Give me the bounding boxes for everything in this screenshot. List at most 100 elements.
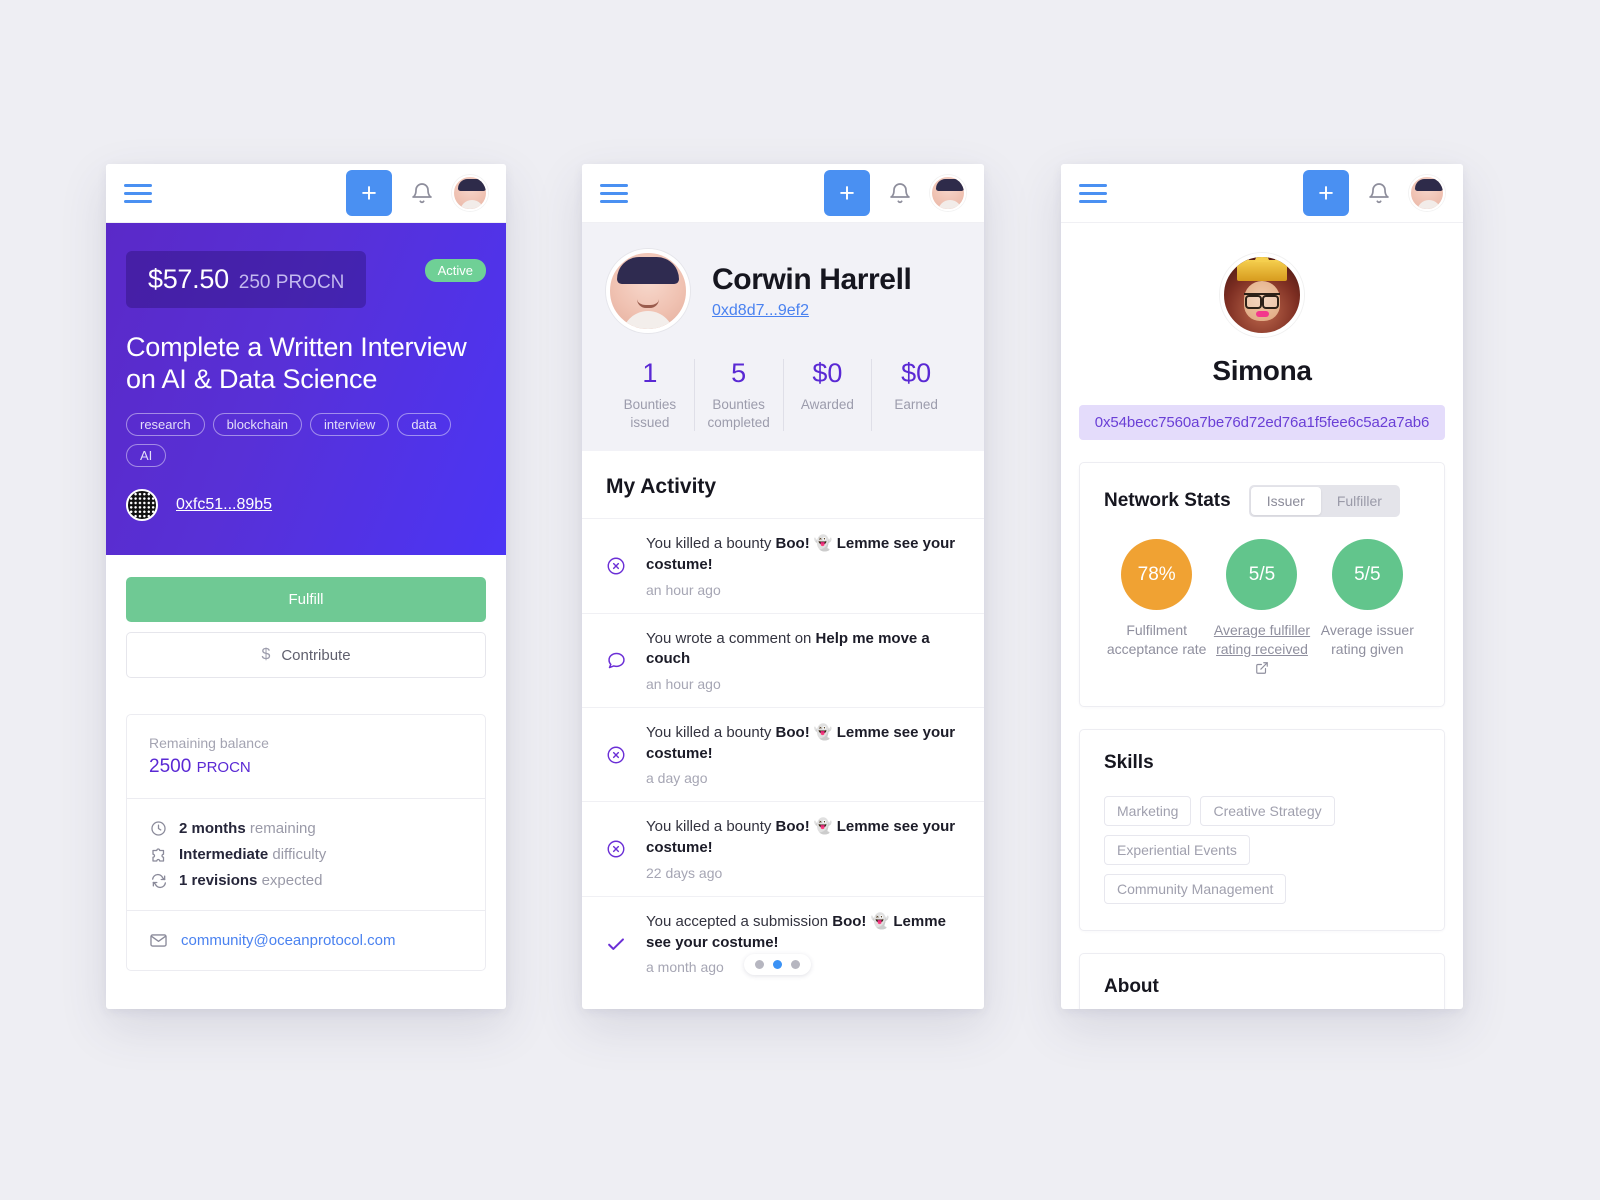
tag-ai[interactable]: AI xyxy=(126,444,167,468)
notifications-bell-icon[interactable] xyxy=(1367,181,1391,206)
role-toggle-fulfiller[interactable]: Fulfiller xyxy=(1321,487,1398,515)
contribute-button[interactable]: $ Contribute xyxy=(126,632,486,679)
dollar-icon: $ xyxy=(261,646,271,664)
meta-difficulty-value: Intermediate xyxy=(179,846,269,864)
profile-name-block: Corwin Harrell 0xd8d7...9ef2 xyxy=(712,262,912,320)
activity-item[interactable]: You wrote a comment on Help me move a co… xyxy=(582,612,984,707)
activity-time: a month ago xyxy=(646,959,724,976)
pagination-dot-3[interactable] xyxy=(790,959,800,969)
activity-lead: You wrote a comment on xyxy=(646,629,816,647)
profile-stats-row: 1 Bounties issued 5 Bounties completed $… xyxy=(606,358,960,432)
activity-body: You killed a bounty Boo! 👻 Lemme see you… xyxy=(646,723,960,786)
profile-header: Corwin Harrell 0xd8d7...9ef2 1 Bounties … xyxy=(582,223,984,452)
skill-chip-marketing[interactable]: Marketing xyxy=(1104,795,1192,826)
stat-fulfilment-acceptance-rate: 78% Fulfilment acceptance rate xyxy=(1105,539,1209,680)
avatar-glasses xyxy=(1244,293,1280,309)
activity-footer-row: a month ago xyxy=(646,953,960,975)
stat-average-fulfiller-rating: 5/5 Average fulfiller rating received xyxy=(1210,539,1314,680)
profile-identity: Corwin Harrell 0xd8d7...9ef2 xyxy=(606,249,960,333)
meta-revisions-label: expected xyxy=(261,872,323,890)
stat-label: Bounties issued xyxy=(623,396,677,430)
role-toggle: Issuer Fulfiller xyxy=(1248,485,1400,517)
activity-lead: You accepted a submission xyxy=(646,912,833,930)
stat-circle: 78% xyxy=(1121,539,1193,610)
activity-time: an hour ago xyxy=(646,581,721,598)
bounty-meta-section: 2 months remaining Intermediate difficul… xyxy=(127,799,485,912)
activity-text: You wrote a comment on Help me move a co… xyxy=(646,629,960,670)
contact-email-link[interactable]: community@oceanprotocol.com xyxy=(181,932,395,949)
activity-time: a day ago xyxy=(646,770,708,787)
stat-value: 5 xyxy=(731,358,747,388)
skills-chip-list: Marketing Creative Strategy Experiential… xyxy=(1104,795,1420,904)
my-profile-card: + Corwin Harrell 0xd8d7...9ef2 1 Bountie… xyxy=(582,164,984,1009)
stat-label: Bounties completed xyxy=(707,396,770,430)
notifications-bell-icon[interactable] xyxy=(888,181,912,206)
hamburger-menu-icon[interactable] xyxy=(600,183,628,203)
skill-chip-community-management[interactable]: Community Management xyxy=(1104,873,1287,904)
stat-awarded: $0 Awarded xyxy=(784,358,873,432)
balance-label: Remaining balance xyxy=(149,735,269,752)
external-link-icon[interactable] xyxy=(1210,661,1314,680)
skill-chip-experiential-events[interactable]: Experiential Events xyxy=(1104,834,1250,865)
hamburger-menu-icon[interactable] xyxy=(124,183,152,203)
profile-address-link[interactable]: 0xd8d7...9ef2 xyxy=(712,302,911,320)
meta-revisions-value: 1 revisions xyxy=(179,872,258,890)
bounty-title: Complete a Written Interview on AI & Dat… xyxy=(126,332,467,394)
user-profile-card: + Simona 0x54becc7560a7be76d72ed76a1f5fe… xyxy=(1061,164,1463,1009)
activity-item[interactable]: You killed a bounty Boo! 👻 Lemme see you… xyxy=(582,518,984,612)
bounty-actions: Fulfill $ Contribute xyxy=(106,555,506,679)
user-wallet-address[interactable]: 0x54becc7560a7be76d72ed76a1f5fee6c5a2a7a… xyxy=(1079,405,1445,440)
bounty-info-card: Remaining balance 2500 PROCN 2 months re… xyxy=(126,714,486,972)
activity-item[interactable]: You killed a bounty Boo! 👻 Lemme see you… xyxy=(582,707,984,801)
network-stats-header: Network Stats Issuer Fulfiller xyxy=(1104,485,1420,517)
issuer-address-link[interactable]: 0xfc51...89b5 xyxy=(176,496,272,514)
crown-icon xyxy=(1237,257,1287,281)
user-avatar[interactable] xyxy=(1409,175,1445,211)
profile-name: Corwin Harrell xyxy=(712,262,912,296)
stat-bounties-completed: 5 Bounties completed xyxy=(695,358,784,432)
activity-body: You accepted a submission Boo! 👻 Lemme s… xyxy=(646,912,960,975)
notifications-bell-icon[interactable] xyxy=(410,181,434,206)
tag-blockchain[interactable]: blockchain xyxy=(212,413,303,437)
balance-amount: 2500 xyxy=(149,756,192,778)
network-stats-title: Network Stats xyxy=(1104,490,1231,511)
issuer-row: 0xfc51...89b5 xyxy=(126,489,486,522)
create-bounty-button[interactable]: + xyxy=(824,170,870,216)
contact-section: community@oceanprotocol.com xyxy=(127,911,485,970)
tag-research[interactable]: research xyxy=(126,413,205,437)
screenshot-stage: + $57.50 250 PROCN Active Complete a Wri… xyxy=(0,0,1600,1200)
pagination-dot-2[interactable] xyxy=(772,959,782,969)
stat-circle-label-link[interactable]: Average fulfiller rating received xyxy=(1210,621,1314,659)
stat-average-issuer-rating: 5/5 Average issuer rating given xyxy=(1315,539,1419,680)
tag-data[interactable]: data xyxy=(397,413,451,437)
network-stats-circles: 78% Fulfilment acceptance rate 5/5 Avera… xyxy=(1104,539,1420,680)
user-avatar[interactable] xyxy=(930,175,966,211)
profile-avatar xyxy=(606,249,690,333)
status-badge: Active xyxy=(424,259,486,282)
skill-chip-creative-strategy[interactable]: Creative Strategy xyxy=(1200,795,1335,826)
activity-item[interactable]: You accepted a submission Boo! 👻 Lemme s… xyxy=(582,895,984,990)
hamburger-menu-icon[interactable] xyxy=(1079,183,1107,203)
user-avatar-wrap xyxy=(1079,253,1445,337)
role-toggle-issuer[interactable]: Issuer xyxy=(1250,487,1321,515)
activity-text: You killed a bounty Boo! 👻 Lemme see you… xyxy=(646,723,960,764)
meta-deadline: 2 months remaining xyxy=(149,819,463,838)
top-navigation-bar-2: + xyxy=(582,164,984,223)
killed-icon xyxy=(604,745,628,765)
tag-interview[interactable]: interview xyxy=(310,413,390,437)
user-profile-body: Simona 0x54becc7560a7be76d72ed76a1f5fee6… xyxy=(1061,223,1463,1009)
create-bounty-button[interactable]: + xyxy=(1303,170,1349,216)
avatar-lips xyxy=(1256,311,1269,317)
top-navigation-bar-1: + xyxy=(106,164,506,223)
user-avatar[interactable] xyxy=(452,175,488,211)
price-token: 250 PROCN xyxy=(238,272,345,293)
create-bounty-button[interactable]: + xyxy=(346,170,392,216)
activity-item[interactable]: You killed a bounty Boo! 👻 Lemme see you… xyxy=(582,801,984,895)
remaining-balance-section: Remaining balance 2500 PROCN xyxy=(127,715,485,800)
about-title: About xyxy=(1104,975,1159,997)
pagination-dot-1[interactable] xyxy=(754,959,764,969)
fulfill-button[interactable]: Fulfill xyxy=(126,577,486,623)
revision-icon xyxy=(149,871,168,890)
price-row: $57.50 250 PROCN Active xyxy=(126,251,486,308)
bounty-tag-list: research blockchain interview data AI xyxy=(126,413,486,468)
